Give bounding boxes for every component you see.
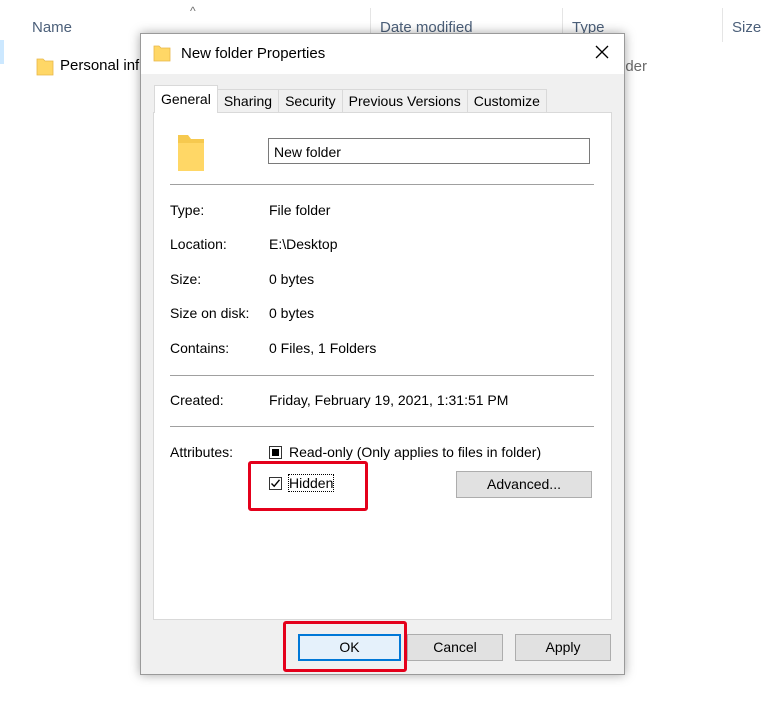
readonly-checkbox[interactable] <box>269 446 282 459</box>
tab-sharing[interactable]: Sharing <box>216 89 280 112</box>
close-icon <box>595 45 609 64</box>
created-value: Friday, February 19, 2021, 1:31:51 PM <box>269 392 509 408</box>
hidden-highlight-annotation <box>248 461 368 511</box>
close-button[interactable] <box>580 34 624 74</box>
tab-security[interactable]: Security <box>278 89 343 112</box>
size-value: 0 bytes <box>269 271 315 287</box>
folder-icon <box>153 44 171 67</box>
size-on-disk-value: 0 bytes <box>269 305 315 321</box>
size-label: Size: <box>170 271 202 287</box>
general-tab-panel: New folder Type: File folder Location: E… <box>153 112 612 620</box>
location-label: Location: <box>170 236 227 252</box>
ok-highlight-annotation <box>283 621 407 672</box>
location-value: E:\Desktop <box>269 236 338 252</box>
divider <box>170 375 594 376</box>
size-on-disk-label: Size on disk: <box>170 305 250 321</box>
sort-ascending-icon: ^ <box>190 4 196 18</box>
column-separator[interactable] <box>722 8 723 42</box>
properties-dialog: New folder Properties General Sharing Se… <box>140 33 625 675</box>
tab-customize[interactable]: Customize <box>466 89 547 112</box>
created-label: Created: <box>170 392 224 408</box>
type-label: Type: <box>170 202 205 218</box>
advanced-button[interactable]: Advanced... <box>456 471 592 498</box>
dialog-title: New folder Properties <box>181 45 326 62</box>
type-value: File folder <box>269 202 331 218</box>
contains-value: 0 Files, 1 Folders <box>269 340 377 356</box>
folder-icon <box>174 133 208 178</box>
folder-name-input[interactable]: New folder <box>268 138 590 164</box>
folder-icon <box>36 56 54 76</box>
column-header-size[interactable]: Size <box>732 0 761 48</box>
dialog-titlebar[interactable]: New folder Properties <box>141 34 624 74</box>
nav-selection-bar <box>0 40 4 64</box>
cancel-button[interactable]: Cancel <box>407 634 503 661</box>
apply-button[interactable]: Apply <box>515 634 611 661</box>
file-list-item-name[interactable]: Personal inf <box>60 57 139 74</box>
tab-strip: General Sharing Security Previous Versio… <box>154 85 547 113</box>
divider <box>170 426 594 427</box>
column-header-name[interactable]: Name <box>32 0 72 48</box>
contains-label: Contains: <box>170 340 230 356</box>
divider <box>170 184 594 185</box>
tab-general[interactable]: General <box>154 85 218 113</box>
attributes-label: Attributes: <box>170 444 234 460</box>
file-list-item-type: lder <box>622 58 648 75</box>
readonly-checkbox-label[interactable]: Read-only (Only applies to files in fold… <box>289 444 541 460</box>
tab-previous-versions[interactable]: Previous Versions <box>341 89 468 112</box>
